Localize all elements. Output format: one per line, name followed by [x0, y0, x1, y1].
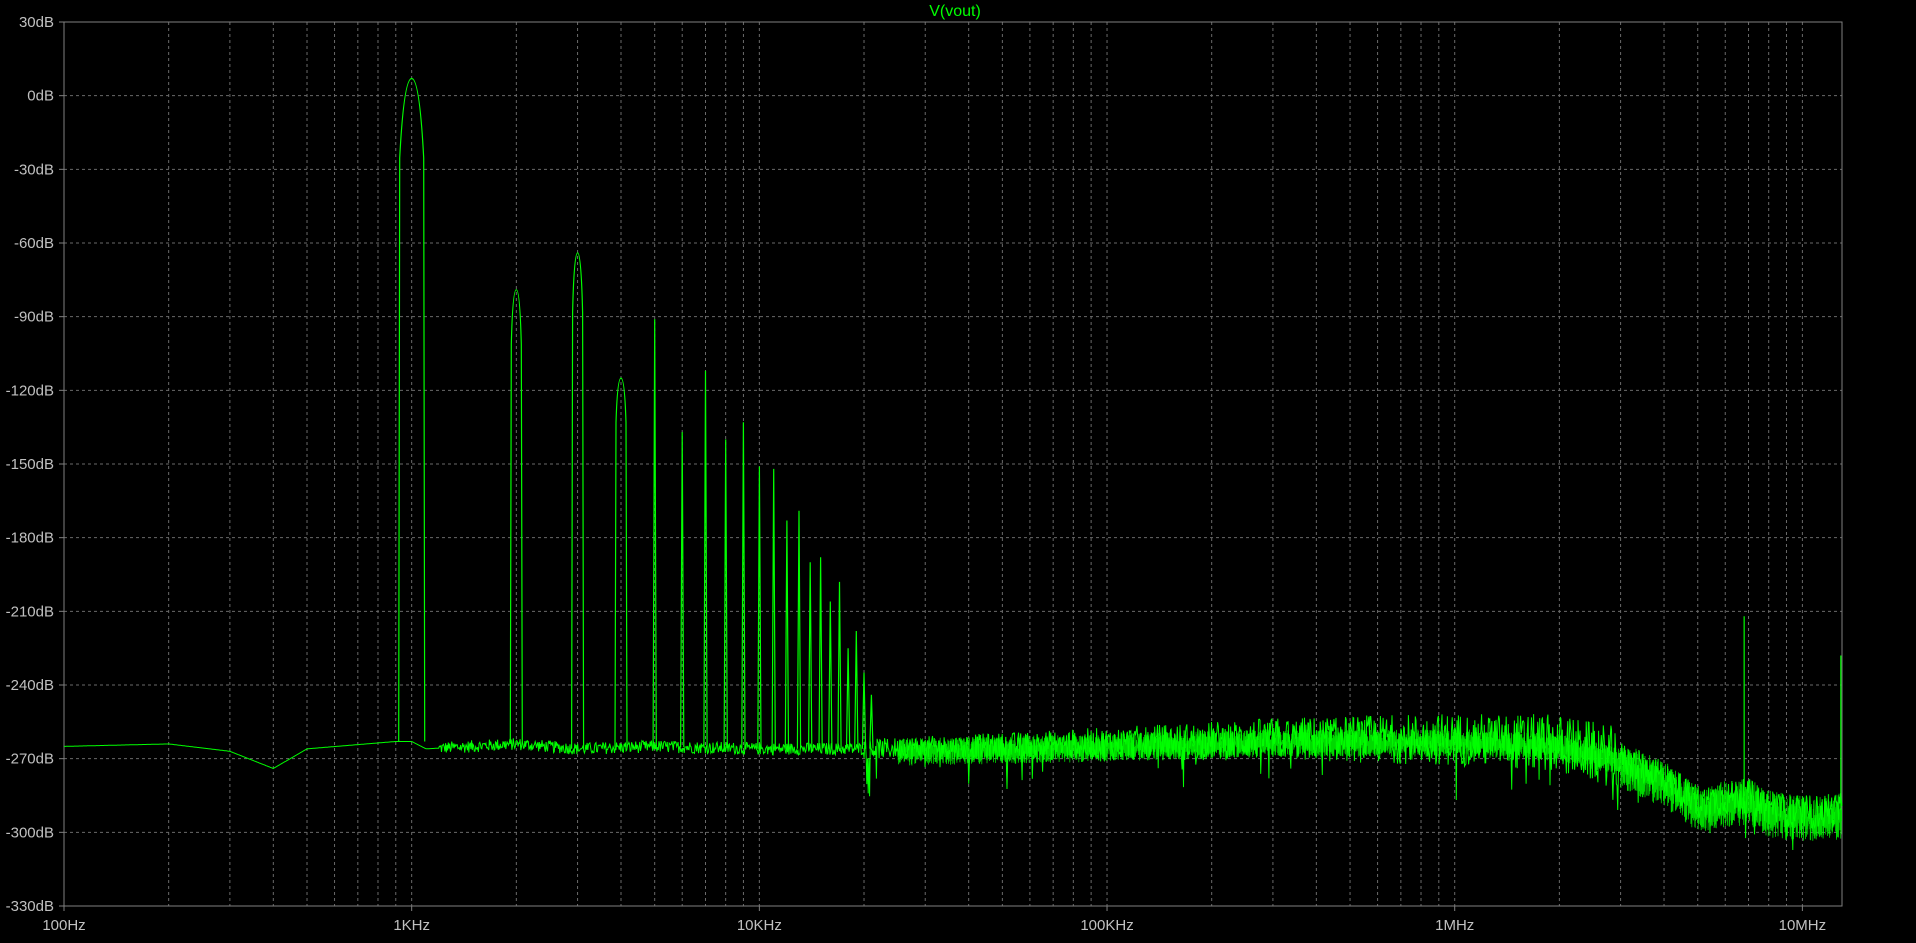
x-tick-label: 100Hz	[42, 917, 85, 934]
y-tick-label: 30dB	[19, 14, 54, 31]
y-tick-label: -270dB	[6, 751, 54, 768]
x-tick-label: 10MHz	[1779, 917, 1827, 934]
x-tick-label: 1MHz	[1435, 917, 1474, 934]
y-tick-label: -210dB	[6, 603, 54, 620]
chart-title: V(vout)	[929, 3, 981, 20]
chart-background	[0, 0, 1916, 938]
y-tick-label: -330dB	[6, 898, 54, 915]
x-tick-label: 100KHz	[1080, 917, 1133, 934]
y-tick-label: -60dB	[14, 235, 54, 252]
y-tick-label: -30dB	[14, 161, 54, 178]
y-tick-label: -300dB	[6, 824, 54, 841]
y-tick-label: -180dB	[6, 530, 54, 547]
y-tick-label: -120dB	[6, 382, 54, 399]
y-tick-label: -90dB	[14, 309, 54, 326]
x-tick-label: 10KHz	[737, 917, 782, 934]
chart-container: 30dB 0dB -30dB -60dB -90dB -120dB -150dB -180dB…	[0, 0, 1916, 938]
x-tick-label: 1KHz	[393, 917, 430, 934]
y-tick-label: 0dB	[27, 88, 54, 105]
y-tick-label: -150dB	[6, 456, 54, 473]
y-tick-label: -240dB	[6, 677, 54, 694]
spectrum-chart: 30dB 0dB -30dB -60dB -90dB -120dB -150dB -180dB…	[0, 0, 1916, 938]
